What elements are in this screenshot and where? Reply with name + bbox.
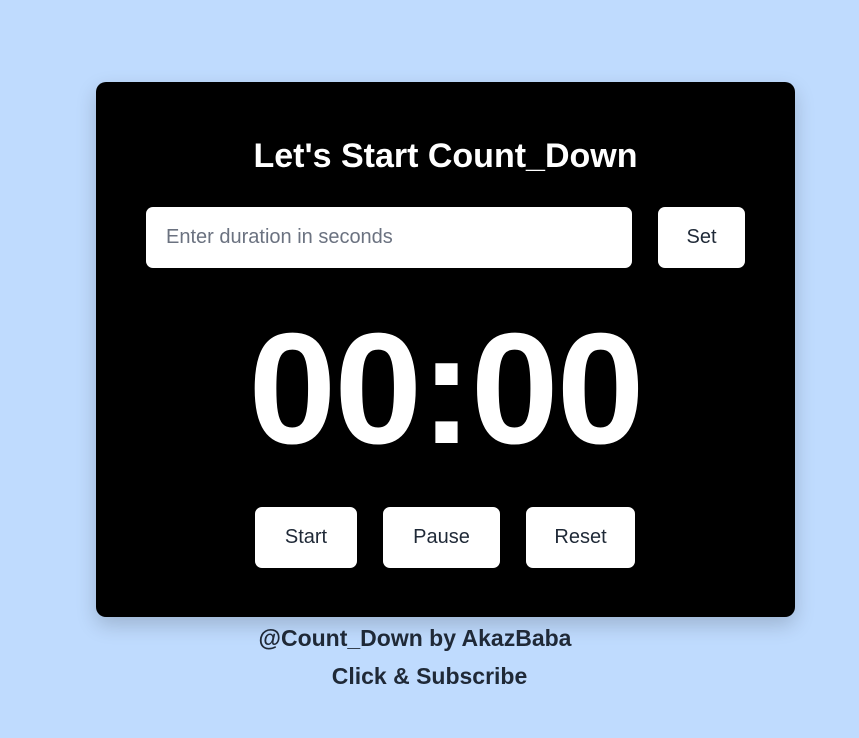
footer-cta: Click & Subscribe bbox=[331, 663, 528, 689]
set-button[interactable]: Set bbox=[658, 207, 745, 268]
start-button[interactable]: Start bbox=[255, 507, 357, 568]
pause-button[interactable]: Pause bbox=[383, 507, 500, 568]
reset-button[interactable]: Reset bbox=[526, 507, 635, 568]
countdown-card: Let's Start Count_Down Set 00:00 Start P… bbox=[96, 82, 795, 617]
page-title: Let's Start Count_Down bbox=[253, 137, 638, 175]
duration-input[interactable] bbox=[146, 207, 632, 268]
footer-credit: @Count_Down by AkazBaba bbox=[258, 625, 572, 651]
timer-display: 00:00 bbox=[248, 301, 644, 477]
